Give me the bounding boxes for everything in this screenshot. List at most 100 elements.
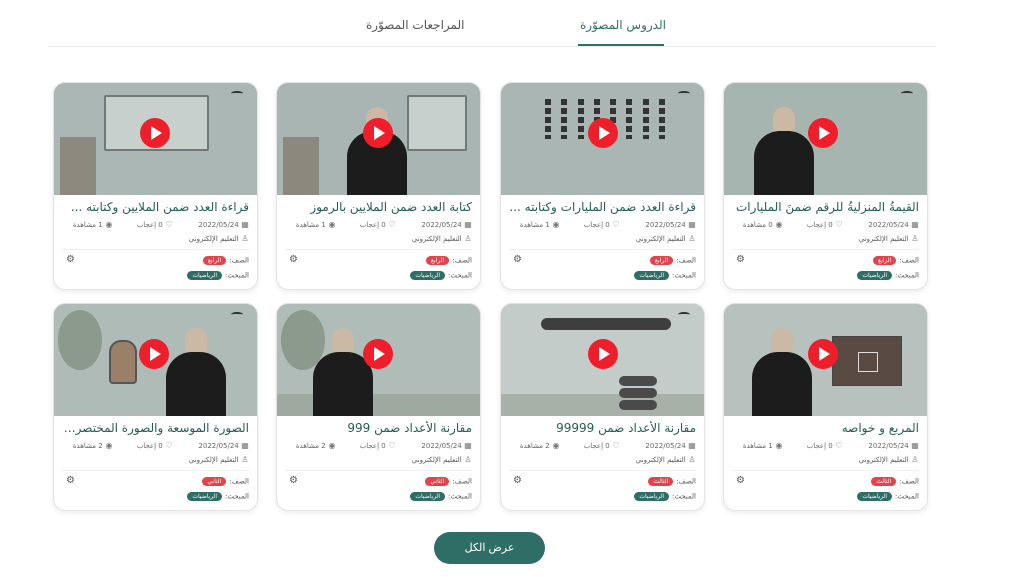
lesson-title[interactable]: كتابة العدد ضمن الملايين بالرموز (283, 200, 472, 214)
calendar-icon: ▦ (241, 441, 249, 450)
tab-video-lessons[interactable]: الدروس المصوّرة (578, 18, 666, 46)
views-count: 2 (98, 442, 103, 450)
likes-label: إعجاب (359, 221, 380, 229)
video-thumbnail[interactable] (724, 304, 927, 416)
gear-icon[interactable]: ⚙ (289, 254, 298, 265)
lesson-title[interactable]: قراءة العدد ضمن المليارات وكتابته ... (507, 200, 696, 214)
eye-icon: ◉ (105, 441, 113, 450)
lesson-title[interactable]: القيمةُ المنزليةُ للرقمِ ضمنَ المليارات (730, 200, 919, 214)
lesson-card[interactable]: قراءة العدد ضمن المليارات وكتابته ... ▦ … (500, 82, 705, 290)
lesson-card[interactable]: القيمةُ المنزليةُ للرقمِ ضمنَ المليارات … (723, 82, 928, 290)
views-count: 1 (321, 221, 326, 229)
video-thumbnail[interactable] (54, 304, 257, 416)
lesson-card[interactable]: قراءة العدد ضمن الملايين وكتابته ... ▦ 2… (53, 82, 258, 290)
play-icon[interactable] (140, 118, 170, 148)
gear-icon[interactable]: ⚙ (66, 475, 75, 486)
shelf-graphic (283, 137, 319, 195)
presenter-figure (754, 103, 814, 195)
grade-badge: الرابع (649, 256, 674, 265)
views-label: مشاهدة (295, 221, 320, 229)
teacher-name: التعليم الإلكتروني (858, 456, 909, 464)
likes-label: إعجاب (359, 442, 380, 450)
lesson-meta: ▦ 2022/05/24 ♡ 0 إعجاب ◉ 2 مشاهدة (62, 441, 249, 453)
gear-icon[interactable]: ⚙ (736, 254, 745, 265)
grade-badge: الثاني (425, 477, 450, 486)
video-thumbnail[interactable] (54, 83, 257, 195)
play-icon[interactable] (363, 339, 393, 369)
video-thumbnail[interactable] (277, 83, 480, 195)
subject-label: المبحث: (895, 271, 919, 280)
teacher-name: التعليم الإلكتروني (411, 235, 462, 243)
card-divider (285, 249, 472, 250)
subject-badge: الرياضيات (634, 271, 669, 280)
play-icon[interactable] (139, 339, 169, 369)
views-label: مشاهدة (72, 442, 97, 450)
eye-icon: ◉ (775, 220, 783, 229)
gear-icon[interactable]: ⚙ (736, 475, 745, 486)
lesson-title[interactable]: مقارنة الأعداد ضمن 99999 (507, 421, 696, 435)
lesson-date: 2022/05/24 (421, 221, 462, 229)
presenter-figure (166, 324, 226, 416)
user-icon: ♙ (241, 234, 249, 243)
grade-label: الصف: (899, 477, 919, 486)
lesson-card[interactable]: مقارنة الأعداد ضمن 99999 ▦ 2022/05/24 ♡ … (500, 303, 705, 511)
lesson-card[interactable]: كتابة العدد ضمن الملايين بالرموز ▦ 2022/… (276, 82, 481, 290)
lesson-date: 2022/05/24 (198, 221, 239, 229)
play-icon[interactable] (588, 339, 618, 369)
video-thumbnail[interactable] (501, 83, 704, 195)
lesson-title[interactable]: المربع و خواصه (730, 421, 919, 435)
play-icon[interactable] (808, 339, 838, 369)
bird-decoration (678, 91, 690, 96)
gear-icon[interactable]: ⚙ (289, 475, 298, 486)
play-icon[interactable] (363, 118, 393, 148)
board-graphic (407, 95, 467, 151)
subject-label: المبحث: (895, 492, 919, 501)
lesson-card[interactable]: المربع و خواصه ▦ 2022/05/24 ♡ 0 إعجاب ◉ … (723, 303, 928, 511)
card-divider (285, 470, 472, 471)
gear-icon[interactable]: ⚙ (66, 254, 75, 265)
heart-icon: ♡ (388, 441, 396, 450)
subject-label: المبحث: (448, 492, 472, 501)
heart-icon: ♡ (165, 441, 173, 450)
lesson-title[interactable]: قراءة العدد ضمن الملايين وكتابته ... (60, 200, 249, 214)
lesson-card[interactable]: الصورة الموسعة والصورة المختصرة ... ▦ 20… (53, 303, 258, 511)
heart-icon: ♡ (165, 220, 173, 229)
video-thumbnail[interactable] (501, 304, 704, 416)
gear-icon[interactable]: ⚙ (513, 254, 522, 265)
eye-icon: ◉ (552, 220, 560, 229)
ground-graphic (277, 394, 480, 416)
banner-graphic (541, 318, 671, 330)
tab-video-reviews[interactable]: المراجعات المصوّرة (366, 18, 464, 32)
bird-decoration (231, 312, 243, 317)
play-icon[interactable] (808, 118, 838, 148)
play-icon[interactable] (588, 118, 618, 148)
show-all-button[interactable]: عرض الكل (434, 532, 545, 564)
bird-decoration (231, 91, 243, 96)
lesson-card[interactable]: مقارنة الأعداد ضمن 999 ▦ 2022/05/24 ♡ 0 … (276, 303, 481, 511)
card-divider (62, 470, 249, 471)
tabs-bar: الدروس المصوّرة المراجعات المصوّرة (48, 0, 936, 47)
views-label: مشاهدة (519, 442, 544, 450)
card-divider (62, 249, 249, 250)
presenter-figure (752, 324, 812, 416)
grade-badge: الثاني (202, 477, 227, 486)
ground-graphic (501, 394, 704, 416)
card-divider (509, 249, 696, 250)
gear-icon[interactable]: ⚙ (513, 475, 522, 486)
grade-badge: الرابع (872, 256, 897, 265)
grade-label: الصف: (899, 256, 919, 265)
heart-icon: ♡ (388, 220, 396, 229)
lesson-title[interactable]: الصورة الموسعة والصورة المختصرة ... (60, 421, 249, 435)
user-icon: ♙ (464, 234, 472, 243)
lesson-meta: ▦ 2022/05/24 ♡ 0 إعجاب ◉ 1 مشاهدة (285, 220, 472, 232)
subject-label: المبحث: (225, 271, 249, 280)
calendar-icon: ▦ (911, 220, 919, 229)
lesson-title[interactable]: مقارنة الأعداد ضمن 999 (283, 421, 472, 435)
video-thumbnail[interactable] (277, 304, 480, 416)
lesson-date: 2022/05/24 (421, 442, 462, 450)
likes-count: 0 (828, 221, 833, 229)
grade-label: الصف: (676, 256, 696, 265)
presenter-figure (313, 324, 373, 416)
views-label: مشاهدة (519, 221, 544, 229)
video-thumbnail[interactable] (724, 83, 927, 195)
